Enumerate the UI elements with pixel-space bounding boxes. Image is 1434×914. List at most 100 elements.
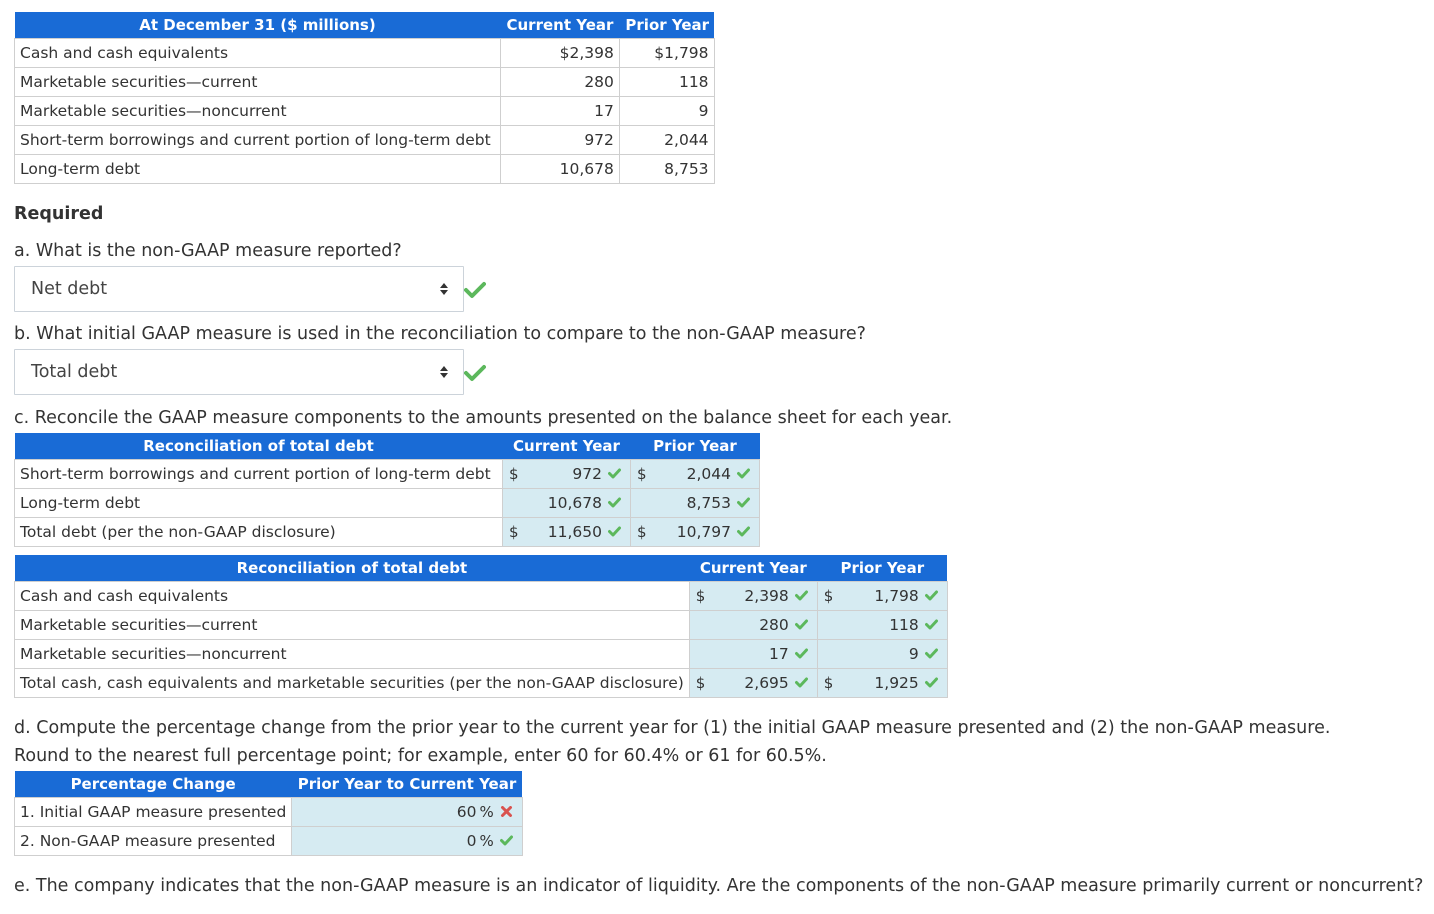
amount-input[interactable]: 1,925 <box>834 674 925 692</box>
current-year-input-cell[interactable]: $11,650 <box>502 516 631 547</box>
amount-input[interactable]: 17 <box>706 645 795 663</box>
cell-content: $10,797 <box>631 518 759 546</box>
prior-year-input-cell[interactable]: 118 <box>816 609 948 640</box>
select-arrows-icon <box>440 283 448 295</box>
amount-input[interactable]: 2,044 <box>647 465 737 483</box>
dollar-sign: $ <box>823 586 834 605</box>
current-year-input-cell[interactable]: $2,398 <box>688 580 818 611</box>
cell-content: 17 <box>690 640 817 668</box>
percentage-input-cell[interactable]: 60% <box>291 796 523 827</box>
amount-input[interactable]: 2,695 <box>706 674 795 692</box>
correct-check-icon <box>608 468 621 479</box>
percent-unit: % <box>479 831 494 850</box>
row-label: Long-term debt <box>14 153 501 184</box>
question-b: b. What initial GAAP measure is used in … <box>14 324 866 344</box>
row-label: Long-term debt <box>14 487 503 518</box>
dollar-sign: $ <box>695 586 706 605</box>
correct-check-icon <box>608 526 621 537</box>
cell-content: $972 <box>503 460 630 488</box>
dollar-sign: $ <box>823 673 834 692</box>
incorrect-x-icon <box>500 806 512 817</box>
table-row: 1. Initial GAAP measure presented 60% <box>13 796 523 827</box>
row-label: Total debt (per the non-GAAP disclosure) <box>14 516 503 547</box>
prior-year-value: 118 <box>618 66 715 97</box>
table-row: Marketable securities—noncurrent 17 9 <box>14 638 948 669</box>
correct-check-icon <box>924 648 938 659</box>
cell-content: $1,798 <box>818 582 947 610</box>
prior-year-input-cell[interactable]: 9 <box>816 638 948 669</box>
correct-check-icon <box>737 468 750 479</box>
table-row: Marketable securities—noncurrent 17 9 <box>14 95 715 126</box>
status-mark <box>608 526 630 537</box>
table-row: Marketable securities—current 280 118 <box>14 609 948 640</box>
status-mark <box>924 648 947 659</box>
amount-input[interactable]: 1,798 <box>834 587 925 605</box>
status-mark <box>794 677 817 688</box>
correct-check-icon <box>737 497 750 508</box>
prior-year-input-cell[interactable]: $2,044 <box>630 458 760 489</box>
status-mark <box>737 526 759 537</box>
current-year-input-cell[interactable]: 280 <box>688 609 818 640</box>
prior-year-input-cell[interactable]: $1,798 <box>816 580 948 611</box>
amount-input[interactable]: 2,398 <box>706 587 795 605</box>
col-header-prior-to-current: Prior Year to Current Year <box>291 771 523 797</box>
status-mark <box>608 468 630 479</box>
correct-check-icon <box>794 590 808 601</box>
required-heading: Required <box>14 204 104 224</box>
question-d-line2: Round to the nearest full percentage poi… <box>14 746 827 766</box>
prior-year-input-cell[interactable]: $1,925 <box>816 667 948 698</box>
status-mark <box>794 619 817 630</box>
dollar-sign: $ <box>695 673 706 692</box>
dollar-sign: $ <box>637 522 647 541</box>
question-d-line1: d. Compute the percentage change from th… <box>14 718 1331 738</box>
select-arrows-icon <box>440 366 448 378</box>
cell-content: $11,650 <box>503 518 630 546</box>
current-year-input-cell[interactable]: 17 <box>688 638 818 669</box>
non-gaap-measure-select[interactable]: Net debt <box>14 266 464 312</box>
row-label: 1. Initial GAAP measure presented <box>13 796 293 827</box>
gaap-measure-select[interactable]: Total debt <box>14 349 464 395</box>
amount-input[interactable]: 118 <box>834 616 925 634</box>
status-mark <box>500 806 522 817</box>
prior-year-input-cell[interactable]: $10,797 <box>630 516 760 547</box>
col-header-label: Reconciliation of total debt <box>14 555 690 581</box>
prior-year-input-cell[interactable]: 8,753 <box>630 487 760 518</box>
amount-input[interactable]: 972 <box>519 465 608 483</box>
col-header-current-year: Current Year <box>502 433 631 459</box>
question-a: a. What is the non-GAAP measure reported… <box>14 241 402 261</box>
cell-content: $2,695 <box>690 669 817 697</box>
table-header-row: Reconciliation of total debt Current Yea… <box>14 433 760 459</box>
amount-input[interactable]: 11,650 <box>519 523 608 541</box>
current-year-input-cell[interactable]: 10,678 <box>502 487 631 518</box>
percentage-change-table: Percentage Change Prior Year to Current … <box>13 771 523 856</box>
question-e: e. The company indicates that the non-GA… <box>14 876 1424 896</box>
correct-check-icon <box>924 590 938 601</box>
amount-input[interactable]: 10,797 <box>647 523 737 541</box>
table-row: Total debt (per the non-GAAP disclosure)… <box>14 516 760 547</box>
amount-input[interactable]: 8,753 <box>647 494 737 512</box>
amount-input[interactable]: 9 <box>834 645 925 663</box>
current-year-value: 972 <box>500 124 620 155</box>
correct-check-icon <box>464 365 486 381</box>
table-row: Short-term borrowings and current portio… <box>14 124 715 155</box>
table-header-row: At December 31 ($ millions) Current Year… <box>14 12 715 38</box>
select-value: Total debt <box>31 362 118 382</box>
current-year-input-cell[interactable]: $2,695 <box>688 667 818 698</box>
percentage-input[interactable]: 60 <box>292 803 479 821</box>
cell-content: 0% <box>292 827 521 855</box>
status-mark <box>794 648 817 659</box>
table-row: Long-term debt 10,678 8,753 <box>14 487 760 518</box>
correct-check-icon <box>794 677 808 688</box>
current-year-value: 10,678 <box>500 153 620 184</box>
amount-input[interactable]: 10,678 <box>519 494 608 512</box>
row-label: 2. Non-GAAP measure presented <box>13 825 293 856</box>
status-mark <box>924 677 947 688</box>
current-year-input-cell[interactable]: $972 <box>502 458 631 489</box>
percentage-input-cell[interactable]: 0% <box>291 825 523 856</box>
cell-content: 60% <box>292 798 521 826</box>
col-header-label: Reconciliation of total debt <box>14 433 503 459</box>
row-label: Marketable securities—current <box>14 66 501 97</box>
balance-sheet-table: At December 31 ($ millions) Current Year… <box>14 12 715 184</box>
percentage-input[interactable]: 0 <box>292 832 479 850</box>
amount-input[interactable]: 280 <box>706 616 795 634</box>
